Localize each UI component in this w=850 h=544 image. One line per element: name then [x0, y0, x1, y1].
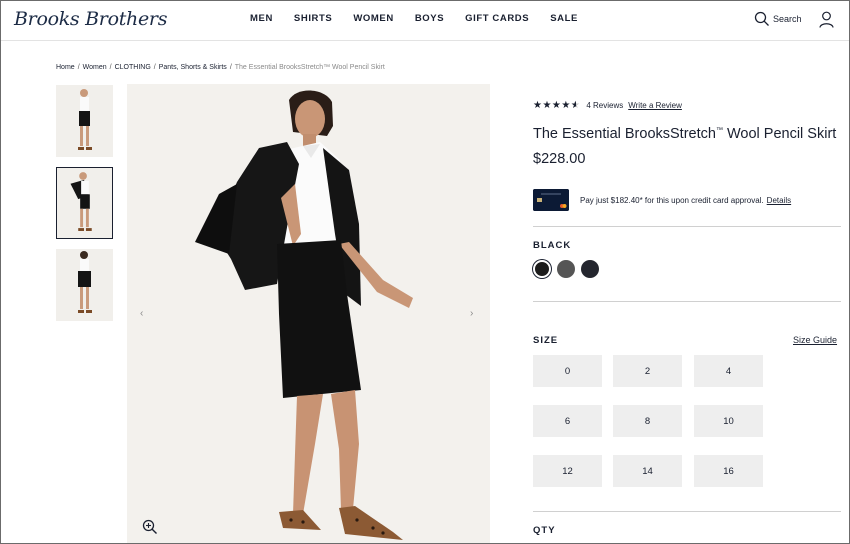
- write-review-link[interactable]: Write a Review: [628, 101, 682, 110]
- thumbnail-2[interactable]: [56, 167, 113, 239]
- main-product-image[interactable]: [127, 84, 490, 544]
- review-count[interactable]: 4 Reviews: [586, 101, 623, 110]
- breadcrumb-separator: /: [153, 64, 156, 71]
- breadcrumb-separator: /: [229, 64, 232, 71]
- zoom-icon: [142, 519, 157, 534]
- nav-sale[interactable]: SALE: [550, 13, 578, 24]
- product-title: The Essential BrooksStretch™ Wool Pencil…: [533, 126, 836, 142]
- breadcrumb-clothing[interactable]: CLOTHING: [115, 64, 151, 71]
- trademark-mark: ™: [715, 127, 723, 135]
- chevron-right-icon[interactable]: ›: [470, 308, 473, 319]
- main-nav: MEN SHIRTS WOMEN BOYS GIFT CARDS SALE: [250, 13, 599, 24]
- promo-text: Pay just $182.40* for this upon credit c…: [580, 195, 764, 205]
- chevron-left-icon[interactable]: ‹: [140, 308, 143, 319]
- product-title-rest: Wool Pencil Skirt: [722, 126, 837, 142]
- thumbnail-1[interactable]: [56, 85, 113, 157]
- nav-gift-cards[interactable]: GIFT CARDS: [465, 13, 529, 24]
- star-rating-icon: ★★★★★★: [533, 100, 581, 111]
- size-button-2[interactable]: 2: [613, 355, 682, 387]
- promo-details-link[interactable]: Details: [767, 196, 791, 205]
- color-swatch-black[interactable]: [533, 260, 551, 278]
- divider: [533, 301, 841, 302]
- search-label: Search: [773, 14, 802, 24]
- color-swatch-grey[interactable]: [557, 260, 575, 278]
- size-guide-link[interactable]: Size Guide: [793, 335, 837, 345]
- color-swatch-navy[interactable]: [581, 260, 599, 278]
- search-icon: [754, 11, 769, 26]
- product-rating: ★★★★★★ 4 Reviews Write a Review: [533, 100, 682, 111]
- nav-men[interactable]: MEN: [250, 13, 273, 24]
- product-title-main: The Essential BrooksStretch: [533, 126, 716, 142]
- breadcrumb-separator: /: [77, 64, 80, 71]
- product-photo: [127, 84, 490, 544]
- thumbnail-3[interactable]: [56, 249, 113, 321]
- account-button[interactable]: [819, 11, 834, 33]
- size-label: SIZE: [533, 335, 559, 346]
- breadcrumb: Home / Women / CLOTHING / Pants, Shorts & S…: [56, 64, 385, 71]
- size-button-12[interactable]: 12: [533, 455, 602, 487]
- credit-card-icon: [533, 189, 569, 211]
- breadcrumb-separator: /: [109, 64, 112, 71]
- size-button-0[interactable]: 0: [533, 355, 602, 387]
- size-button-10[interactable]: 10: [694, 405, 763, 437]
- zoom-button[interactable]: [142, 519, 158, 540]
- brand-logo[interactable]: Brooks Brothers: [14, 8, 167, 30]
- user-icon: [819, 11, 834, 28]
- product-thumbnail-image: [56, 249, 113, 321]
- qty-label: QTY: [533, 525, 556, 536]
- search-button[interactable]: Search: [754, 11, 802, 27]
- divider: [533, 511, 841, 512]
- breadcrumb-pants-skirts[interactable]: Pants, Shorts & Skirts: [159, 64, 227, 71]
- size-button-6[interactable]: 6: [533, 405, 602, 437]
- product-thumbnail-image: [57, 168, 112, 238]
- size-button-4[interactable]: 4: [694, 355, 763, 387]
- nav-women[interactable]: WOMEN: [353, 13, 393, 24]
- nav-shirts[interactable]: SHIRTS: [294, 13, 332, 24]
- credit-card-promo: Pay just $182.40* for this upon credit c…: [533, 189, 791, 211]
- breadcrumb-home[interactable]: Home: [56, 64, 75, 71]
- site-header: Brooks Brothers MEN SHIRTS WOMEN BOYS GI…: [0, 0, 850, 41]
- product-thumbnail-image: [56, 85, 113, 157]
- size-button-8[interactable]: 8: [613, 405, 682, 437]
- nav-boys[interactable]: BOYS: [415, 13, 444, 24]
- divider: [533, 226, 841, 227]
- breadcrumb-current: The Essential BrooksStretch™ Wool Pencil…: [234, 64, 385, 71]
- size-button-14[interactable]: 14: [613, 455, 682, 487]
- product-price: $228.00: [533, 151, 586, 167]
- breadcrumb-women[interactable]: Women: [83, 64, 107, 71]
- color-label: BLACK: [533, 240, 572, 251]
- size-button-16[interactable]: 16: [694, 455, 763, 487]
